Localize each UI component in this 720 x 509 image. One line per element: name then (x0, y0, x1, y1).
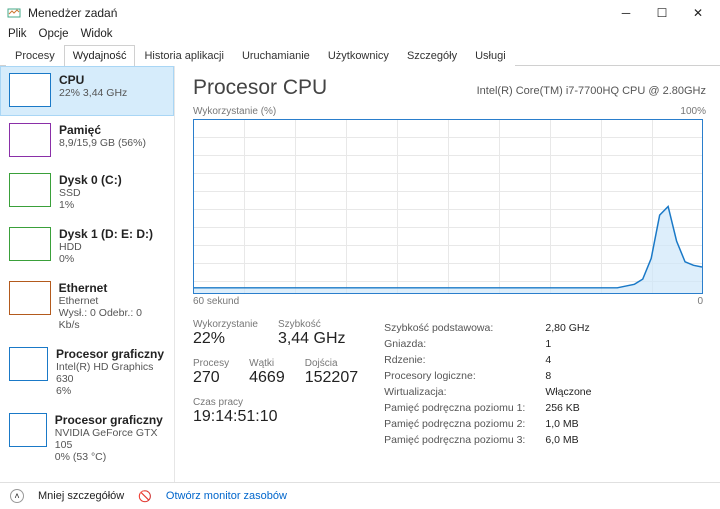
menubar: Plik Opcje Widok (0, 26, 720, 44)
sidebar-item[interactable]: Dysk 1 (D: E: D:) HDD 0% (0, 220, 174, 274)
tab-details[interactable]: Szczegóły (398, 45, 466, 66)
handles-value: 152207 (305, 369, 358, 387)
sidebar: CPU 22% 3,44 GHz Pamięć 8,9/15,9 GB (56%… (0, 66, 175, 482)
sidebar-item-line3: 0% (53 °C) (55, 451, 165, 463)
tab-startup[interactable]: Uruchamianie (233, 45, 319, 66)
threads-label: Wątki (249, 358, 285, 369)
minimize-button[interactable]: ─ (608, 0, 644, 26)
sidebar-item-line2: NVIDIA GeForce GTX 105 (55, 427, 165, 451)
open-resmon-link[interactable]: Otwórz monitor zasobów (166, 490, 287, 502)
sidebar-item-line2: 22% 3,44 GHz (59, 87, 127, 99)
sidebar-item[interactable]: Procesor graficzny Intel(R) HD Graphics … (0, 340, 174, 406)
sidebar-item-title: Dysk 0 (C:) (59, 173, 122, 187)
app-icon (6, 5, 22, 21)
window-title: Menedżer zadań (28, 6, 117, 20)
sidebar-item[interactable]: CPU 22% 3,44 GHz (0, 66, 174, 116)
titlebar: Menedżer zadań ─ ☐ ✕ (0, 0, 720, 26)
tab-processes[interactable]: Procesy (6, 45, 64, 66)
tab-users[interactable]: Użytkownicy (319, 45, 398, 66)
cpu-details-table: Szybkość podstawowa:2,80 GHz Gniazda:1 R… (382, 319, 593, 449)
sidebar-item-line3: 6% (56, 385, 165, 397)
uptime-value: 19:14:51:10 (193, 408, 358, 426)
cpu-name: Intel(R) Core(TM) i7-7700HQ CPU @ 2.80GH… (477, 85, 706, 97)
sidebar-item-line2: Ethernet (59, 295, 165, 307)
sidebar-item[interactable]: Ethernet Ethernet Wysł.: 0 Odebr.: 0 Kb/… (0, 274, 174, 340)
chart-ylabel: Wykorzystanie (%) (193, 106, 276, 117)
sidebar-item-title: Pamięć (59, 123, 146, 137)
menu-options[interactable]: Opcje (39, 28, 69, 40)
util-label: Wykorzystanie (193, 319, 258, 330)
proc-value: 270 (193, 369, 229, 387)
proc-label: Procesy (193, 358, 229, 369)
sidebar-thumb (9, 413, 47, 447)
sidebar-thumb (9, 227, 51, 261)
chart-ymax: 100% (680, 106, 706, 117)
content: Procesor CPU Intel(R) Core(TM) i7-7700HQ… (175, 66, 720, 482)
speed-value: 3,44 GHz (278, 330, 346, 348)
handles-label: Dojścia (305, 358, 358, 369)
sidebar-item-line3: Wysł.: 0 Odebr.: 0 Kb/s (59, 307, 165, 331)
chart-xleft: 60 sekund (193, 296, 239, 307)
speed-label: Szybkość (278, 319, 346, 330)
tab-apphistory[interactable]: Historia aplikacji (135, 45, 232, 66)
sidebar-item-title: CPU (59, 73, 127, 87)
uptime-label: Czas pracy (193, 397, 358, 408)
sidebar-thumb (9, 281, 51, 315)
sidebar-item-title: Procesor graficzny (55, 413, 165, 427)
threads-value: 4669 (249, 369, 285, 387)
sidebar-item-line2: HDD (59, 241, 153, 253)
tab-services[interactable]: Usługi (466, 45, 515, 66)
sidebar-thumb (9, 347, 48, 381)
sidebar-item[interactable]: Procesor graficzny NVIDIA GeForce GTX 10… (0, 406, 174, 472)
resmon-icon: 🚫 (138, 490, 152, 503)
sidebar-item[interactable]: Dysk 0 (C:) SSD 1% (0, 166, 174, 220)
sidebar-thumb (9, 173, 51, 207)
sidebar-item-line3: 1% (59, 199, 122, 211)
utilization-chart (193, 119, 703, 294)
close-button[interactable]: ✕ (680, 0, 716, 26)
footer: ˄ Mniej szczegółów 🚫 Otwórz monitor zaso… (0, 482, 720, 509)
maximize-button[interactable]: ☐ (644, 0, 680, 26)
collapse-icon[interactable]: ˄ (10, 489, 24, 503)
page-title: Procesor CPU (193, 76, 327, 100)
sidebar-item-line2: SSD (59, 187, 122, 199)
sidebar-item-line2: Intel(R) HD Graphics 630 (56, 361, 165, 385)
chart-xright: 0 (697, 296, 703, 307)
menu-view[interactable]: Widok (81, 28, 113, 40)
fewer-details-link[interactable]: Mniej szczegółów (38, 490, 124, 502)
util-value: 22% (193, 330, 258, 348)
tab-performance[interactable]: Wydajność (64, 45, 136, 66)
sidebar-thumb (9, 73, 51, 107)
sidebar-item-title: Dysk 1 (D: E: D:) (59, 227, 153, 241)
sidebar-item-title: Procesor graficzny (56, 347, 165, 361)
sidebar-item-line2: 8,9/15,9 GB (56%) (59, 137, 146, 149)
tabbar: Procesy Wydajność Historia aplikacji Uru… (0, 44, 720, 66)
sidebar-item[interactable]: Pamięć 8,9/15,9 GB (56%) (0, 116, 174, 166)
sidebar-thumb (9, 123, 51, 157)
sidebar-item-title: Ethernet (59, 281, 165, 295)
sidebar-item-line3: 0% (59, 253, 153, 265)
menu-file[interactable]: Plik (8, 28, 27, 40)
